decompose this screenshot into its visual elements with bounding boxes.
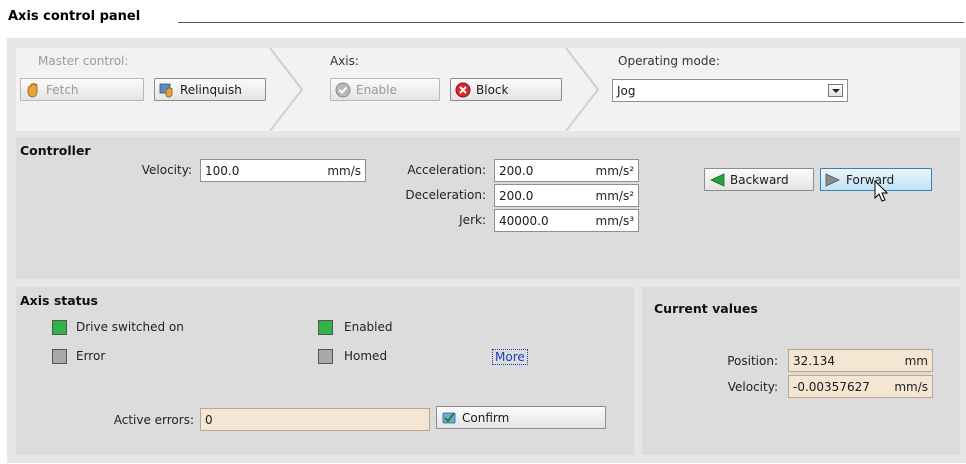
- error-led: [52, 349, 67, 364]
- position-field: 32.134 mm: [788, 349, 933, 372]
- master-control-label: Master control:: [38, 54, 129, 68]
- controller-title: Controller: [20, 143, 91, 158]
- relinquish-button[interactable]: Relinquish: [154, 78, 266, 101]
- homed-led: [318, 349, 333, 364]
- acceleration-input[interactable]: 200.0 mm/s²: [494, 159, 639, 182]
- operating-mode-label: Operating mode:: [618, 54, 720, 68]
- velocity-label: Velocity:: [141, 163, 192, 177]
- enabled-led: [318, 320, 333, 335]
- mouse-pointer-icon: [874, 180, 889, 202]
- jerk-value: 40000.0: [499, 213, 549, 228]
- jerk-label: Jerk:: [459, 213, 486, 227]
- master-control-strip: Master control: Fetch Relinquish Axis: E…: [16, 48, 960, 131]
- position-unit: mm: [904, 353, 928, 368]
- chevron-separator: [565, 48, 600, 131]
- chevron-down-icon[interactable]: [828, 84, 843, 97]
- relinquish-button-label: Relinquish: [180, 82, 242, 97]
- velocity-value: 100.0: [205, 163, 240, 178]
- chevron-separator: [269, 48, 304, 131]
- current-velocity-unit: mm/s: [894, 379, 928, 394]
- hand-grab-icon: [25, 82, 41, 98]
- backward-button-label: Backward: [730, 172, 789, 187]
- title-divider: [178, 22, 964, 23]
- enable-button-label: Enable: [356, 82, 397, 97]
- error-label: Error: [76, 349, 106, 363]
- active-errors-field: 0: [200, 408, 430, 431]
- acceleration-value: 200.0: [499, 163, 534, 178]
- drive-switched-on-label: Drive switched on: [76, 320, 184, 334]
- current-velocity-value: -0.00357627: [793, 379, 870, 394]
- operating-mode-select[interactable]: Jog: [612, 79, 848, 102]
- controller-section: Controller Velocity: 100.0 mm/s Accelera…: [16, 137, 960, 279]
- backward-button[interactable]: Backward: [704, 168, 814, 191]
- arrow-right-icon: [825, 172, 841, 188]
- enabled-label: Enabled: [344, 320, 393, 334]
- axis-status-title: Axis status: [20, 293, 98, 308]
- acknowledge-icon: [441, 410, 457, 426]
- confirm-button[interactable]: Confirm: [436, 406, 606, 429]
- position-label: Position:: [727, 354, 778, 368]
- axis-label: Axis:: [330, 54, 359, 68]
- deceleration-unit: mm/s²: [595, 188, 634, 203]
- enable-button[interactable]: Enable: [330, 78, 440, 101]
- velocity-input[interactable]: 100.0 mm/s: [200, 159, 366, 182]
- block-button[interactable]: Block: [450, 78, 562, 101]
- fetch-button[interactable]: Fetch: [20, 78, 144, 101]
- jerk-unit: mm/s³: [595, 213, 634, 228]
- check-circle-icon: [335, 82, 351, 98]
- jerk-input[interactable]: 40000.0 mm/s³: [494, 209, 639, 232]
- acceleration-unit: mm/s²: [595, 163, 634, 178]
- more-link[interactable]: More: [492, 349, 528, 365]
- current-values-title: Current values: [654, 301, 758, 316]
- confirm-button-label: Confirm: [462, 410, 510, 425]
- current-values-section: Current values Position: 32.134 mm Veloc…: [642, 287, 960, 455]
- active-errors-label: Active errors:: [113, 413, 194, 427]
- fetch-button-label: Fetch: [46, 82, 79, 97]
- active-errors-value: 0: [205, 412, 213, 427]
- current-velocity-field: -0.00357627 mm/s: [788, 375, 933, 398]
- x-circle-icon: [455, 82, 471, 98]
- homed-label: Homed: [344, 349, 388, 363]
- block-button-label: Block: [476, 82, 509, 97]
- drive-switched-on-led: [52, 320, 67, 335]
- deceleration-value: 200.0: [499, 188, 534, 203]
- arrow-left-icon: [709, 172, 725, 188]
- acceleration-label: Acceleration:: [407, 163, 486, 177]
- axis-status-section: Axis status Drive switched on Enabled Er…: [16, 287, 634, 455]
- position-value: 32.134: [793, 353, 835, 368]
- deceleration-label: Deceleration:: [405, 188, 486, 202]
- panel-title: Axis control panel: [8, 9, 141, 24]
- hand-release-icon: [159, 82, 175, 98]
- deceleration-input[interactable]: 200.0 mm/s²: [494, 184, 639, 207]
- current-velocity-label: Velocity:: [727, 380, 778, 394]
- operating-mode-value: Jog: [617, 83, 636, 98]
